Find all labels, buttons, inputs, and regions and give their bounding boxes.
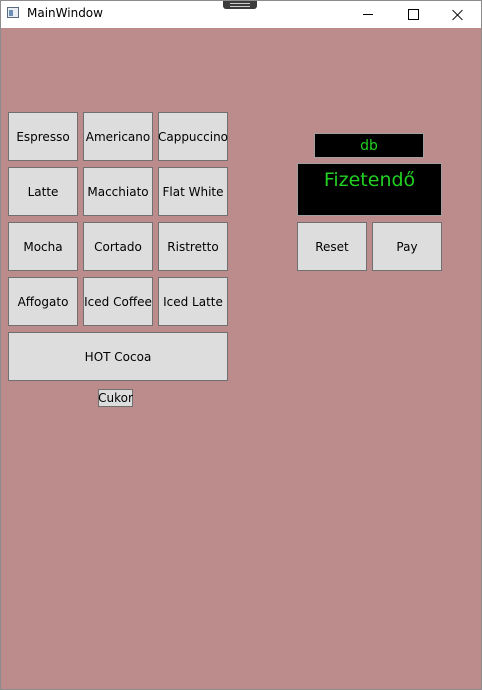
minimize-button[interactable] [345,1,391,28]
maximize-icon [407,9,419,20]
drink-button-macchiato[interactable]: Macchiato [83,167,153,216]
drink-button-iced-coffee[interactable]: Iced Coffee [83,277,153,326]
drink-button-latte[interactable]: Latte [8,167,78,216]
drink-button-cortado[interactable]: Cortado [83,222,153,271]
sugar-button[interactable]: Cukor [98,389,133,407]
drink-button-flat-white[interactable]: Flat White [158,167,228,216]
pay-button[interactable]: Pay [372,222,442,271]
window-title: MainWindow [27,6,103,20]
minimize-icon [363,14,373,15]
reset-button[interactable]: Reset [297,222,367,271]
maximize-button[interactable] [390,1,436,28]
drink-button-hot-cocoa[interactable]: HOT Cocoa [8,332,228,381]
drink-button-espresso[interactable]: Espresso [8,112,78,161]
total-display: Fizetendő [297,163,442,216]
drink-button-cappuccino[interactable]: Cappuccino [158,112,228,161]
title-bar[interactable]: MainWindow [1,1,481,28]
drink-button-ristretto[interactable]: Ristretto [158,222,228,271]
close-button[interactable] [435,1,481,28]
app-window-icon [7,7,19,18]
drag-handle-icon[interactable] [223,1,257,9]
count-display: db [314,133,424,158]
drink-button-iced-latte[interactable]: Iced Latte [158,277,228,326]
drink-button-affogato[interactable]: Affogato [8,277,78,326]
drink-button-americano[interactable]: Americano [83,112,153,161]
close-icon [452,9,464,21]
main-window: MainWindow Espresso Americano Cappuccino… [0,0,482,690]
drink-button-mocha[interactable]: Mocha [8,222,78,271]
